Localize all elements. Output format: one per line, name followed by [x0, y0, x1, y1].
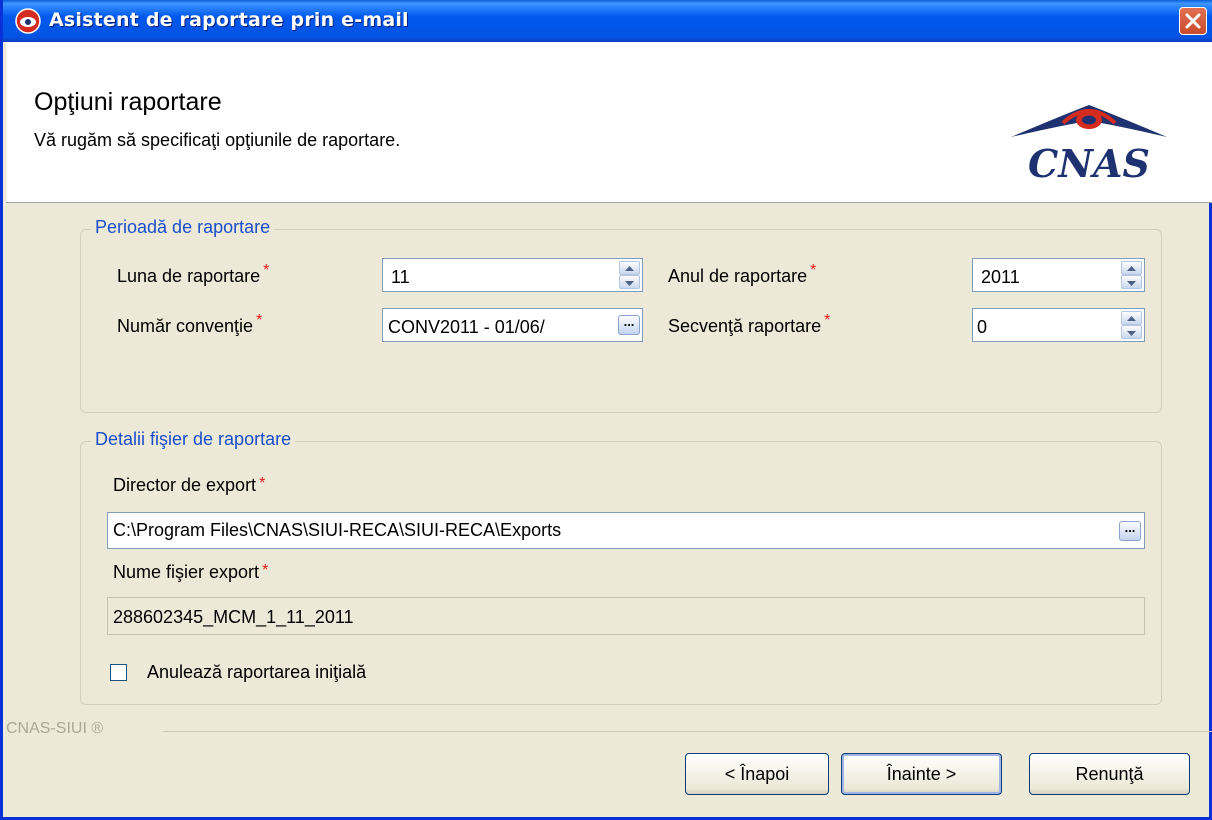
- export-name-value: 288602345_MCM_1_11_2011: [113, 607, 354, 627]
- year-spin-buttons[interactable]: [1121, 261, 1142, 289]
- footer-divider: [163, 731, 1212, 732]
- convention-value: CONV2011 - 01/06/: [388, 317, 545, 337]
- month-spin-buttons[interactable]: [619, 261, 640, 289]
- footer-brand: CNAS-SIUI ®: [6, 720, 104, 737]
- arrow-up-icon: [625, 266, 634, 271]
- wizard-window: Asistent de raportare prin e-mail Opţiun…: [0, 0, 1212, 820]
- month-label: Luna de raportare *: [117, 262, 270, 286]
- cancel-button[interactable]: Renunţă: [1029, 753, 1190, 795]
- sequence-label: Secvenţă raportare *: [668, 312, 831, 336]
- file-group-legend: Detalii fişier de raportare: [91, 429, 296, 450]
- required-mark: *: [259, 475, 266, 492]
- year-label: Anul de raportare *: [668, 262, 817, 286]
- required-mark: *: [810, 262, 817, 279]
- required-mark: *: [824, 312, 831, 329]
- spin-up-button[interactable]: [619, 261, 640, 275]
- export-dir-field[interactable]: C:\Program Files\CNAS\SIUI-RECA\SIUI-REC…: [107, 512, 1145, 549]
- close-icon: [1185, 13, 1201, 29]
- required-mark: *: [256, 312, 263, 329]
- arrow-up-icon: [1127, 316, 1136, 321]
- page-title: Opţiuni raportare: [34, 88, 222, 116]
- month-spinner[interactable]: 11: [382, 258, 643, 292]
- arrow-up-icon: [1127, 266, 1136, 271]
- convention-field[interactable]: CONV2011 - 01/06/ ...: [382, 308, 643, 342]
- sequence-spinner[interactable]: 0: [972, 308, 1145, 342]
- spin-down-button[interactable]: [1121, 275, 1142, 289]
- sequence-value: 0: [977, 317, 988, 337]
- spin-down-button[interactable]: [1121, 325, 1142, 339]
- arrow-down-icon: [1127, 331, 1136, 336]
- browse-dir-button[interactable]: ...: [1119, 521, 1141, 541]
- arrow-down-icon: [625, 281, 634, 286]
- spin-up-button[interactable]: [1121, 261, 1142, 275]
- export-dir-label: Director de export *: [113, 475, 266, 495]
- app-icon: [15, 8, 41, 34]
- export-name-label: Nume fişier export *: [113, 562, 269, 582]
- sequence-spin-buttons[interactable]: [1121, 311, 1142, 339]
- cnas-logo: CNAS: [1011, 105, 1167, 185]
- required-mark: *: [262, 562, 269, 579]
- page-subtitle: Vă rugăm să specificaţi opţiunile de rap…: [34, 130, 401, 150]
- cancel-initial-label[interactable]: Anulează raportarea iniţială: [147, 662, 366, 683]
- title-bar[interactable]: Asistent de raportare prin e-mail: [3, 0, 1212, 42]
- convention-label: Număr convenţie *: [117, 312, 263, 336]
- year-value: 2011: [981, 267, 1020, 287]
- period-group-legend: Perioadă de raportare: [91, 217, 275, 238]
- back-button[interactable]: < Înapoi: [685, 753, 829, 795]
- spin-up-button[interactable]: [1121, 311, 1142, 325]
- month-value: 11: [391, 267, 410, 287]
- arrow-down-icon: [1127, 281, 1136, 286]
- spin-down-button[interactable]: [619, 275, 640, 289]
- logo-text: CNAS: [1028, 141, 1150, 185]
- next-button[interactable]: Înainte >: [841, 753, 1002, 795]
- window-title: Asistent de raportare prin e-mail: [49, 9, 409, 31]
- year-spinner[interactable]: 2011: [972, 258, 1145, 292]
- cancel-initial-checkbox[interactable]: [110, 664, 127, 681]
- required-mark: *: [263, 262, 270, 279]
- close-button[interactable]: [1179, 7, 1207, 35]
- export-name-field: 288602345_MCM_1_11_2011: [107, 597, 1145, 635]
- export-dir-value: C:\Program Files\CNAS\SIUI-RECA\SIUI-REC…: [113, 520, 562, 540]
- browse-convention-button[interactable]: ...: [618, 315, 640, 335]
